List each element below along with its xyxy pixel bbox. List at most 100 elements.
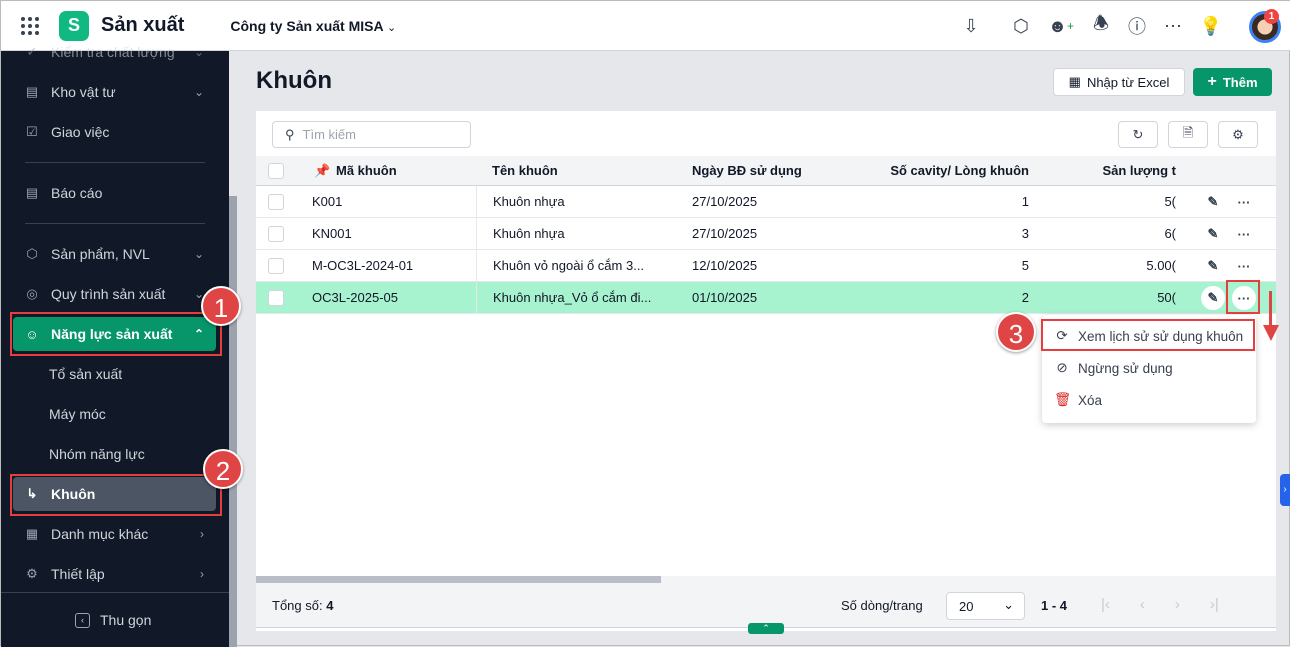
refresh-icon: ↻ (1132, 126, 1144, 142)
sidebar-item-products[interactable]: ⬡ Sản phẩm, NVL ⌄ (13, 237, 216, 271)
arrow-down-icon (1269, 291, 1272, 327)
total-count: Tổng số: 4 (272, 598, 334, 613)
col-output[interactable]: Sản lượng t (1046, 156, 1176, 185)
sidebar-item-settings[interactable]: ⚙ Thiết lập › (13, 557, 216, 591)
cell-name: Khuôn vỏ ngoài ổ cắm 3... (476, 250, 676, 281)
cell-output: 5( (1164, 194, 1176, 209)
edit-icon[interactable]: ✎ (1201, 190, 1225, 214)
step-badge: 1 (201, 286, 241, 326)
plus-icon: + (1207, 73, 1217, 90)
gear-icon: ⚙ (26, 566, 38, 581)
row-checkbox[interactable] (268, 257, 284, 274)
sidebar-item-label: Sản phẩm, NVL (51, 246, 150, 262)
arrow-head (1263, 325, 1279, 341)
sidebar-item-label: Nhóm năng lực (49, 446, 145, 462)
table-row[interactable]: OC3L-2025-05 Khuôn nhựa_Vỏ ổ cắm đi... 0… (256, 282, 1276, 314)
cell-output: 50( (1157, 290, 1176, 305)
file-export-icon: 🗎 (1182, 124, 1194, 140)
sidebar-item-tasks[interactable]: ☑ Giao việc (13, 115, 216, 149)
row-checkbox[interactable] (268, 289, 284, 306)
archive-icon: ▤ (25, 84, 39, 99)
edit-icon[interactable]: ✎ (1201, 222, 1225, 246)
table-row[interactable]: M-OC3L-2024-01 Khuôn vỏ ngoài ổ cắm 3...… (256, 250, 1276, 282)
chart-icon: ▤ (25, 185, 39, 200)
sidebar-item-process[interactable]: ◎ Quy trình sản xuất ⌄ (13, 277, 216, 311)
sidebar-scrollbar[interactable] (229, 51, 237, 647)
cell-date: 12/10/2025 (692, 258, 758, 273)
bell-icon[interactable]: 🕭 (1089, 13, 1113, 38)
table-row[interactable]: KN001 Khuôn nhựa 27/10/2025 3 6( ✎ ··· (256, 218, 1276, 250)
search-icon: ⚲ (285, 126, 295, 142)
sidebar-item-label: Kho vật tư (51, 84, 116, 100)
cell-name: Khuôn nhựa_Vỏ ổ cắm đi... (476, 282, 676, 313)
pin-icon: 📌 (314, 162, 331, 178)
expand-footer-button[interactable]: ⌃ (748, 623, 784, 634)
add-user-icon[interactable]: ☻ + (1048, 14, 1074, 38)
side-panel-toggle[interactable]: › (1280, 474, 1290, 506)
select-all-checkbox[interactable] (268, 162, 284, 179)
edit-icon[interactable]: ✎ (1201, 254, 1225, 278)
sidebar-item-other-catalogs[interactable]: ▦ Danh mục khác › (13, 517, 216, 551)
cell-cavity: 5 (1021, 258, 1029, 273)
chevron-down-icon: ⌄ (1003, 597, 1014, 612)
help-icon[interactable]: ⓘ (1125, 14, 1149, 38)
page-size-select[interactable]: 20 ⌄ (946, 592, 1025, 620)
app-grid-icon[interactable] (21, 16, 39, 35)
sidebar-item-quality[interactable]: ✓ Kiểm tra chất lượng ⌄ (13, 35, 216, 69)
more-actions-icon[interactable]: ··· (1232, 222, 1256, 246)
table-import-icon: ▦ (1068, 74, 1081, 89)
row-checkbox[interactable] (268, 225, 284, 242)
col-start-date[interactable]: Ngày BĐ sử dụng (692, 156, 802, 185)
menu-item-deactivate[interactable]: ⊘ Ngừng sử dụng (1042, 353, 1256, 383)
sidebar-item-teams[interactable]: Tổ sản xuất (13, 357, 216, 391)
company-selector[interactable]: Công ty Sản xuất MISA ⌄ (230, 18, 396, 34)
col-code[interactable]: Mã khuôn (336, 156, 397, 185)
idea-icon[interactable]: 💡 (1199, 14, 1223, 38)
step-badge: 3 (996, 312, 1036, 352)
sidebar-item-warehouse[interactable]: ▤ Kho vật tư ⌄ (13, 75, 216, 109)
first-page-icon[interactable]: |‹ (1101, 596, 1110, 613)
sidebar-item-capacity-groups[interactable]: Nhóm năng lực (13, 437, 216, 471)
notification-badge: 1 (1264, 9, 1279, 24)
horizontal-scrollbar[interactable] (256, 576, 1276, 584)
cell-code: KN001 (312, 226, 352, 241)
next-page-icon[interactable]: › (1175, 596, 1180, 613)
collapse-button[interactable]: ‹ Thu gọn (75, 612, 151, 628)
menu-item-delete[interactable]: 🗑 Xóa (1042, 385, 1256, 415)
cell-output: 6( (1164, 226, 1176, 241)
col-cavity[interactable]: Số cavity/ Lòng khuôn (846, 156, 1029, 185)
download-icon[interactable]: ⇩ (959, 14, 983, 38)
prev-page-icon[interactable]: ‹ (1140, 596, 1145, 613)
highlight-box (1041, 319, 1255, 351)
sidebar-item-label: Máy móc (49, 406, 106, 422)
page-range: 1 - 4 (1041, 598, 1068, 613)
cell-output: 5.00( (1146, 258, 1176, 273)
sidebar-item-reports[interactable]: ▤ Báo cáo (13, 176, 216, 210)
more-icon[interactable]: ⋯ (1161, 14, 1185, 38)
edit-icon[interactable]: ✎ (1201, 286, 1225, 310)
sidebar-item-machines[interactable]: Máy móc (13, 397, 216, 431)
page-title: Khuôn (256, 67, 332, 94)
step-badge: 2 (203, 449, 243, 489)
col-name[interactable]: Tên khuôn (492, 156, 558, 185)
add-button[interactable]: + Thêm (1193, 68, 1272, 96)
cell-name: Khuôn nhựa (476, 186, 676, 217)
settings-button[interactable]: ⚙ (1218, 121, 1258, 148)
add-label: Thêm (1222, 74, 1258, 90)
menu-label: Ngừng sử dụng (1078, 360, 1173, 376)
sidebar-item-label: Giao việc (51, 124, 110, 140)
more-actions-icon[interactable]: ··· (1232, 254, 1256, 278)
more-actions-icon[interactable]: ··· (1232, 190, 1256, 214)
import-excel-button[interactable]: ▦ Nhập từ Excel (1053, 68, 1185, 96)
last-page-icon[interactable]: ›| (1210, 596, 1219, 613)
package-icon[interactable]: ⬡ (1009, 14, 1033, 38)
ban-icon: ⊘ (1056, 360, 1068, 375)
row-checkbox[interactable] (268, 193, 284, 210)
cell-code: OC3L-2025-05 (312, 290, 398, 305)
export-button[interactable]: 🗎 (1168, 121, 1208, 148)
search-input[interactable]: ⚲ Tìm kiếm (272, 121, 471, 148)
refresh-button[interactable]: ↻ (1118, 121, 1158, 148)
cell-name: Khuôn nhựa (476, 218, 676, 249)
cell-code: K001 (312, 194, 343, 209)
table-row[interactable]: K001 Khuôn nhựa 27/10/2025 1 5( ✎ ··· (256, 186, 1276, 218)
